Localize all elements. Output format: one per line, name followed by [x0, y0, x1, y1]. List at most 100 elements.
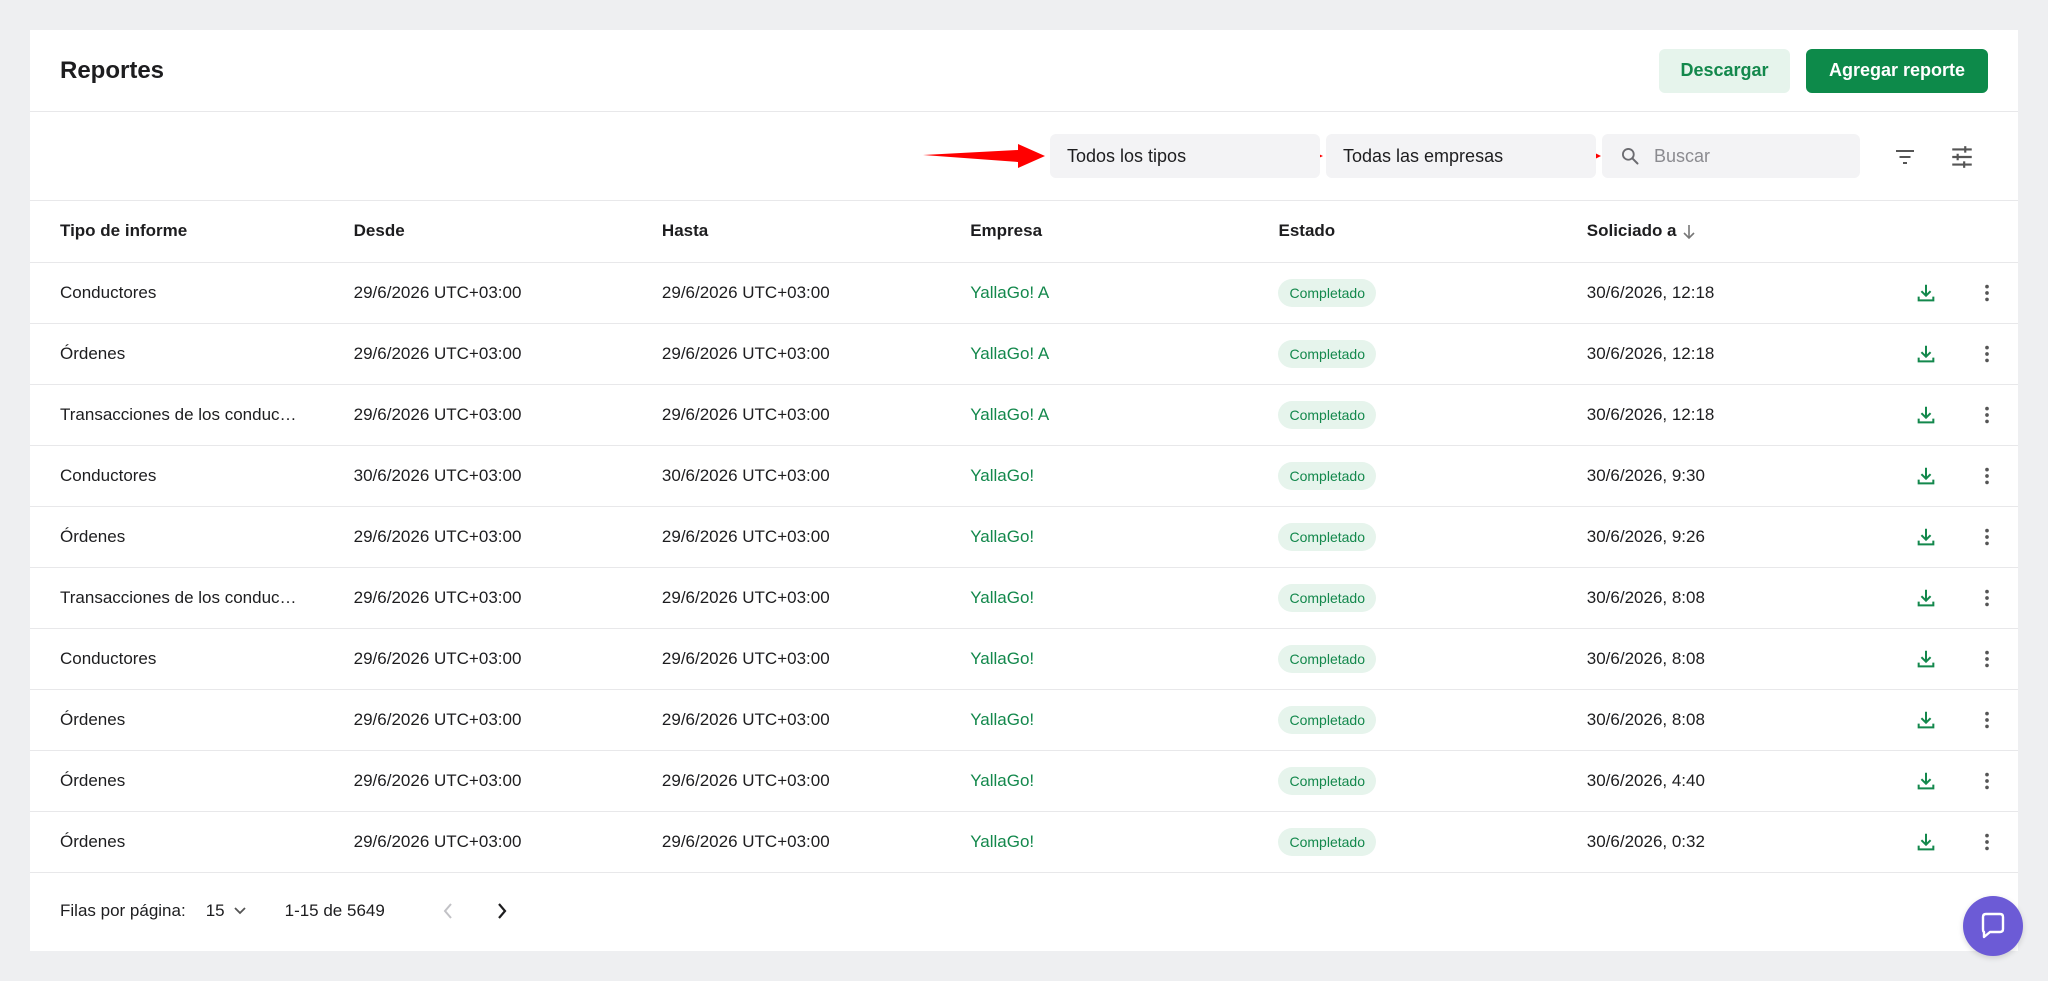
cell-status: Completado — [1278, 262, 1586, 323]
table-row[interactable]: Conductores 29/6/2026 UTC+03:00 29/6/2026 … — [30, 262, 2018, 323]
status-badge: Completado — [1278, 522, 1376, 551]
table-row[interactable]: Órdenes 29/6/2026 UTC+03:00 29/6/2026 UTC+… — [30, 811, 2018, 872]
more-vertical-icon[interactable] — [1971, 521, 2003, 553]
status-badge: Completado — [1278, 339, 1376, 368]
table-row[interactable]: Transacciones de los conduc… 29/6/2026 UT… — [30, 567, 2018, 628]
table-row[interactable]: Órdenes 29/6/2026 UTC+03:00 29/6/2026 UTC+… — [30, 506, 2018, 567]
company-select[interactable]: Todas las empresas — [1326, 134, 1596, 178]
cell-status: Completado — [1278, 384, 1586, 445]
cell-to: 29/6/2026 UTC+03:00 — [661, 770, 830, 790]
cell-to: 30/6/2026 UTC+03:00 — [661, 465, 830, 485]
cell-download — [1895, 628, 1956, 689]
cell-company[interactable]: YallaGo! — [970, 628, 1278, 689]
cell-company[interactable]: YallaGo! — [970, 689, 1278, 750]
prev-page-button[interactable] — [433, 896, 463, 926]
type-select[interactable]: Todos los tipos — [1050, 134, 1320, 178]
cell-download — [1895, 689, 1956, 750]
sliders-icon[interactable] — [1947, 142, 1977, 172]
cell-requested: 30/6/2026, 0:32 — [1586, 831, 1705, 851]
download-icon[interactable] — [1910, 399, 1942, 431]
more-vertical-icon[interactable] — [1971, 399, 2003, 431]
column-header-requested-label: Soliciado a — [1586, 221, 1677, 241]
cell-to: 29/6/2026 UTC+03:00 — [661, 831, 830, 851]
pagination-footer: Filas por página: 15 1-15 de 5649 — [30, 871, 2018, 951]
cell-requested: 30/6/2026, 8:08 — [1586, 587, 1705, 607]
more-vertical-icon[interactable] — [1971, 460, 2003, 492]
more-vertical-icon[interactable] — [1971, 338, 2003, 370]
download-icon[interactable] — [1910, 582, 1942, 614]
download-icon[interactable] — [1910, 338, 1942, 370]
column-header-type[interactable]: Tipo de informe — [30, 201, 354, 262]
table-row[interactable]: Conductores 29/6/2026 UTC+03:00 29/6/2026 … — [30, 628, 2018, 689]
download-button[interactable]: Descargar — [1659, 48, 1790, 93]
status-badge: Completado — [1278, 400, 1376, 429]
cell-from: 29/6/2026 UTC+03:00 — [353, 404, 522, 424]
cell-status: Completado — [1278, 689, 1586, 750]
cell-to: 29/6/2026 UTC+03:00 — [661, 648, 830, 668]
status-badge: Completado — [1278, 583, 1376, 612]
column-header-from[interactable]: Desde — [354, 201, 662, 262]
cell-from: 30/6/2026 UTC+03:00 — [353, 465, 522, 485]
chat-button[interactable] — [1963, 896, 2023, 956]
download-icon[interactable] — [1910, 460, 1942, 492]
chevron-down-icon — [233, 907, 246, 915]
cell-company[interactable]: YallaGo! A — [970, 384, 1278, 445]
cell-more — [1956, 445, 2018, 506]
cell-to: 29/6/2026 UTC+03:00 — [661, 526, 830, 546]
cell-download — [1895, 323, 1956, 384]
more-vertical-icon[interactable] — [1971, 704, 2003, 736]
download-icon[interactable] — [1910, 521, 1942, 553]
column-header-requested[interactable]: Soliciado a — [1587, 201, 1895, 262]
more-vertical-icon[interactable] — [1971, 765, 2003, 797]
table-row[interactable]: Órdenes 29/6/2026 UTC+03:00 29/6/2026 UTC+… — [30, 689, 2018, 750]
search-input[interactable] — [1654, 145, 1844, 167]
cell-requested: 30/6/2026, 9:30 — [1586, 465, 1705, 485]
cell-type: Transacciones de los conduc… — [60, 404, 297, 424]
more-vertical-icon[interactable] — [1971, 826, 2003, 858]
cell-from: 29/6/2026 UTC+03:00 — [353, 709, 522, 729]
cell-more — [1956, 262, 2018, 323]
download-icon[interactable] — [1910, 277, 1942, 309]
cell-download — [1895, 567, 1956, 628]
next-page-button[interactable] — [487, 896, 517, 926]
add-report-button[interactable]: Agregar reporte — [1806, 48, 1988, 93]
column-header-company[interactable]: Empresa — [970, 201, 1278, 262]
status-badge: Completado — [1278, 705, 1376, 734]
filter-icon[interactable] — [1890, 142, 1920, 172]
cell-company[interactable]: YallaGo! — [970, 506, 1278, 567]
table-row[interactable]: Órdenes 29/6/2026 UTC+03:00 29/6/2026 UTC+… — [30, 323, 2018, 384]
cell-requested: 30/6/2026, 8:08 — [1586, 709, 1705, 729]
column-header-to[interactable]: Hasta — [662, 201, 970, 262]
table-row[interactable]: Conductores 30/6/2026 UTC+03:00 30/6/2026 … — [30, 445, 2018, 506]
cell-type: Conductores — [60, 282, 157, 302]
arrow-down-icon[interactable] — [1681, 223, 1697, 241]
more-vertical-icon[interactable] — [1971, 277, 2003, 309]
table-row[interactable]: Transacciones de los conduc… 29/6/2026 UT… — [30, 384, 2018, 445]
cell-more — [1956, 750, 2018, 811]
cell-company[interactable]: YallaGo! — [970, 445, 1278, 506]
cell-type: Transacciones de los conduc… — [60, 587, 297, 607]
more-vertical-icon[interactable] — [1971, 582, 2003, 614]
table-row[interactable]: Órdenes 29/6/2026 UTC+03:00 29/6/2026 UTC+… — [30, 750, 2018, 811]
column-header-status[interactable]: Estado — [1278, 201, 1586, 262]
cell-company[interactable]: YallaGo! — [970, 567, 1278, 628]
download-icon[interactable] — [1910, 826, 1942, 858]
more-vertical-icon[interactable] — [1971, 643, 2003, 675]
cell-status: Completado — [1278, 323, 1586, 384]
cell-company[interactable]: YallaGo! A — [970, 323, 1278, 384]
cell-type: Órdenes — [60, 709, 126, 729]
download-icon[interactable] — [1910, 704, 1942, 736]
cell-download — [1895, 811, 1956, 872]
download-icon[interactable] — [1910, 643, 1942, 675]
cell-type: Órdenes — [60, 770, 126, 790]
rows-per-page-select[interactable]: 15 — [206, 901, 247, 921]
cell-download — [1895, 262, 1956, 323]
cell-more — [1956, 323, 2018, 384]
cell-company[interactable]: YallaGo! — [970, 750, 1278, 811]
search-box[interactable] — [1602, 134, 1860, 178]
download-icon[interactable] — [1910, 765, 1942, 797]
cell-more — [1956, 689, 2018, 750]
cell-company[interactable]: YallaGo! — [970, 811, 1278, 872]
cell-company[interactable]: YallaGo! A — [970, 262, 1278, 323]
cell-from: 29/6/2026 UTC+03:00 — [353, 648, 522, 668]
